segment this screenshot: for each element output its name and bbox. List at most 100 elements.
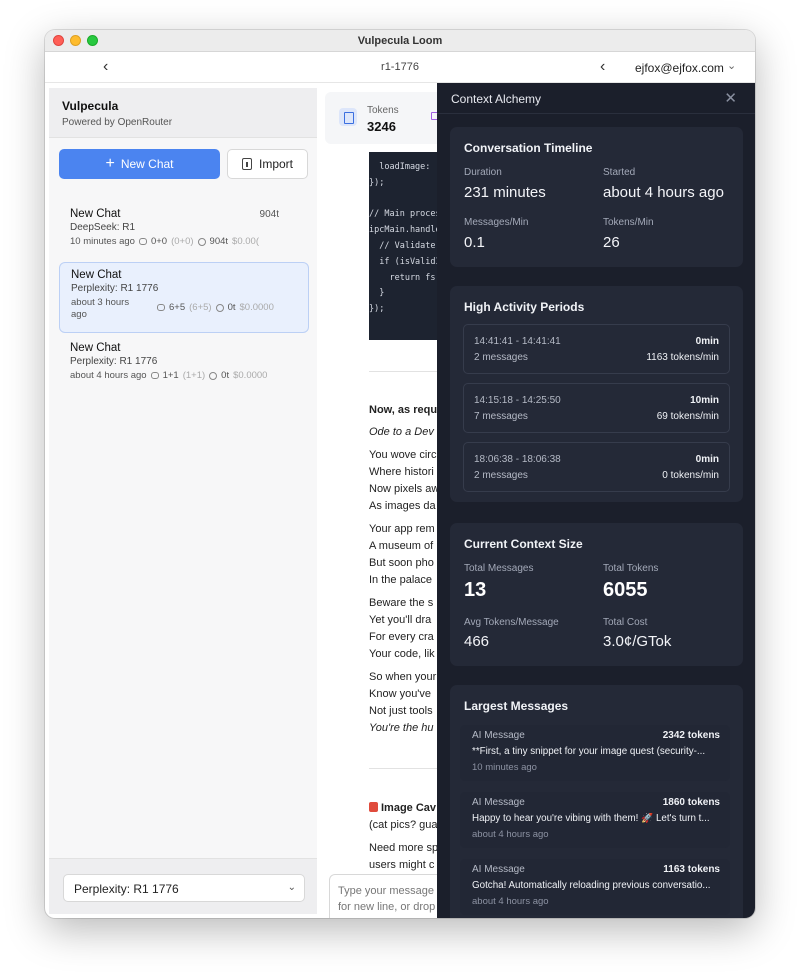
- chat-model: DeepSeek: R1: [70, 222, 136, 233]
- zoom-window-button[interactable]: [87, 35, 98, 46]
- activity-period: 14:15:18 - 14:25:50 10min 7 messages 69 …: [463, 383, 730, 433]
- period-messages: 2 messages: [474, 352, 528, 363]
- message-line: Not just tools: [369, 705, 433, 717]
- total-tokens-label: Total Tokens: [603, 563, 659, 574]
- chat-cost: $0.00(: [232, 236, 259, 247]
- code-line: return fs.: [369, 272, 441, 283]
- timeline-card: Conversation Timeline Duration 231 minut…: [450, 127, 743, 267]
- message-line: A museum of: [369, 540, 434, 552]
- code-line: ipcMain.handle: [369, 225, 441, 236]
- duration-label: Duration: [464, 167, 502, 178]
- largest-heading: Largest Messages: [464, 699, 569, 713]
- chat-time-line1: about 3 hours: [71, 297, 130, 308]
- image-subheading: (cat pics? gua: [369, 819, 438, 831]
- period-range: 14:15:18 - 14:25:50: [474, 395, 561, 406]
- period-duration: 0min: [695, 336, 719, 347]
- message-line: You're the hu: [369, 722, 434, 734]
- import-button[interactable]: Import: [227, 149, 308, 179]
- context-alchemy-panel: Context Alchemy ✕ Conversation Timeline …: [437, 83, 755, 918]
- activity-period: 18:06:38 - 18:06:38 0min 2 messages 0 to…: [463, 442, 730, 492]
- message-preview: **First, a tiny snippet for your image q…: [472, 746, 706, 757]
- chat-msg-count: 0+0: [150, 236, 168, 247]
- code-block: loadImage: (}); // Main proces ipcMain.han…: [369, 152, 443, 340]
- period-duration: 10min: [690, 395, 719, 406]
- sidebar: Vulpecula Powered by OpenRouter + New Ch…: [49, 88, 317, 914]
- context-size-card: Current Context Size Total Messages 13 T…: [450, 523, 743, 666]
- message-line: In the palace: [369, 574, 432, 586]
- started-label: Started: [603, 167, 636, 178]
- activity-period: 14:41:41 - 14:41:41 0min 2 messages 1163…: [463, 324, 730, 374]
- message-age: 10 minutes ago: [472, 762, 537, 773]
- mpm-label: Messages/Min: [464, 217, 529, 228]
- timeline-heading: Conversation Timeline: [464, 141, 593, 155]
- message-tokens: 1163 tokens: [663, 864, 720, 875]
- message-tokens: 2342 tokens: [662, 730, 720, 741]
- close-icon[interactable]: ✕: [724, 89, 737, 107]
- code-line: }: [369, 288, 385, 299]
- placeholder-line2: for new line, or drop: [338, 901, 436, 913]
- app-subtitle: Powered by OpenRouter: [62, 117, 173, 128]
- close-window-button[interactable]: [53, 35, 64, 46]
- minimize-window-button[interactable]: [70, 35, 81, 46]
- tpm-value: 26: [603, 234, 620, 251]
- message-line: Need more sp: [369, 842, 439, 854]
- chat-cost: $0.0000: [239, 302, 274, 313]
- largest-message-item[interactable]: AI Message 2342 tokens **First, a tiny s…: [460, 725, 730, 781]
- message-icon: [138, 238, 147, 245]
- largest-message-item[interactable]: AI Message 1860 tokens Happy to hear you…: [460, 792, 730, 848]
- message-line: Yet you'll dra: [369, 614, 432, 626]
- chat-model: Perplexity: R1 1776: [70, 356, 158, 367]
- period-range: 14:41:41 - 14:41:41: [474, 336, 561, 347]
- code-line: });: [369, 177, 385, 188]
- message-kind: AI Message: [472, 864, 525, 875]
- chevron-down-icon: ⌄: [287, 882, 296, 893]
- message-preview: Gotcha! Automatically reloading previous…: [472, 880, 711, 891]
- total-cost-value: 3.0¢/GTok: [603, 633, 672, 650]
- image-heading-text: Image Cav: [381, 802, 437, 814]
- tokens-label: Tokens: [367, 105, 399, 116]
- largest-message-item[interactable]: AI Message 1163 tokens Gotcha! Automatic…: [460, 859, 730, 915]
- message-input[interactable]: Type your message for new line, or drop: [329, 874, 449, 918]
- total-tokens-value: 6055: [603, 579, 648, 601]
- chat-msg-detail: (6+5): [189, 302, 212, 313]
- chat-time-line2: ago: [71, 309, 87, 320]
- new-chat-button[interactable]: + New Chat: [59, 149, 220, 179]
- chat-tok: 0t: [227, 302, 236, 313]
- chat-list-item[interactable]: New Chat 904t DeepSeek: R1 10 minutes ag…: [59, 202, 309, 253]
- sidebar-footer: Perplexity: R1 1776 ⌄: [49, 858, 317, 914]
- model-select-value: Perplexity: R1 1776: [74, 882, 179, 896]
- message-line: Ode to a Dev: [369, 426, 434, 438]
- panel-title: Context Alchemy: [451, 92, 542, 106]
- chevron-down-icon[interactable]: ⌄: [727, 59, 736, 72]
- message-line: So when your: [369, 671, 437, 683]
- app-window: Vulpecula Loom ‹ r1-1776 ‹ ejfox@ejfox.c…: [45, 30, 755, 918]
- message-age: about 4 hours ago: [472, 829, 549, 840]
- top-nav: ‹ r1-1776 ‹ ejfox@ejfox.com ⌄: [45, 52, 755, 83]
- chat-list-item[interactable]: New Chat Perplexity: R1 1776 about 4 hou…: [59, 336, 309, 387]
- chat-meta: about 4 hours ago 1+1 (1+1) 0t $0.0000: [70, 370, 298, 381]
- divider: [369, 768, 439, 769]
- divider: [369, 371, 439, 372]
- chat-stats: 6+5 (6+5) 0t $0.0000: [157, 302, 274, 313]
- model-select[interactable]: Perplexity: R1 1776 ⌄: [63, 874, 305, 902]
- message-input-placeholder: Type your message for new line, or drop: [338, 883, 435, 915]
- duration-value: 231 minutes: [464, 184, 546, 201]
- user-menu[interactable]: ejfox@ejfox.com: [635, 61, 724, 75]
- chat-token-count: 904t: [259, 209, 279, 220]
- plus-icon: +: [105, 155, 115, 172]
- message-line: You wove circ: [369, 449, 437, 461]
- period-messages: 2 messages: [474, 470, 528, 481]
- largest-messages-card: Largest Messages AI Message 2342 tokens …: [450, 685, 743, 918]
- siren-icon: [369, 802, 378, 812]
- message-line: users might c: [369, 859, 435, 871]
- chat-title: New Chat: [71, 269, 122, 281]
- chat-title: New Chat: [70, 342, 121, 354]
- import-icon: [241, 158, 252, 170]
- chat-msg-count: 1+1: [162, 370, 179, 381]
- message-line: Your app rem: [369, 523, 435, 535]
- chat-list-item-active[interactable]: New Chat Perplexity: R1 1776 about 3 hou…: [59, 262, 309, 333]
- panel-back-icon[interactable]: ‹: [600, 58, 605, 76]
- message-line: As images da: [369, 500, 436, 512]
- chat-msg-detail: (0+0): [171, 236, 194, 247]
